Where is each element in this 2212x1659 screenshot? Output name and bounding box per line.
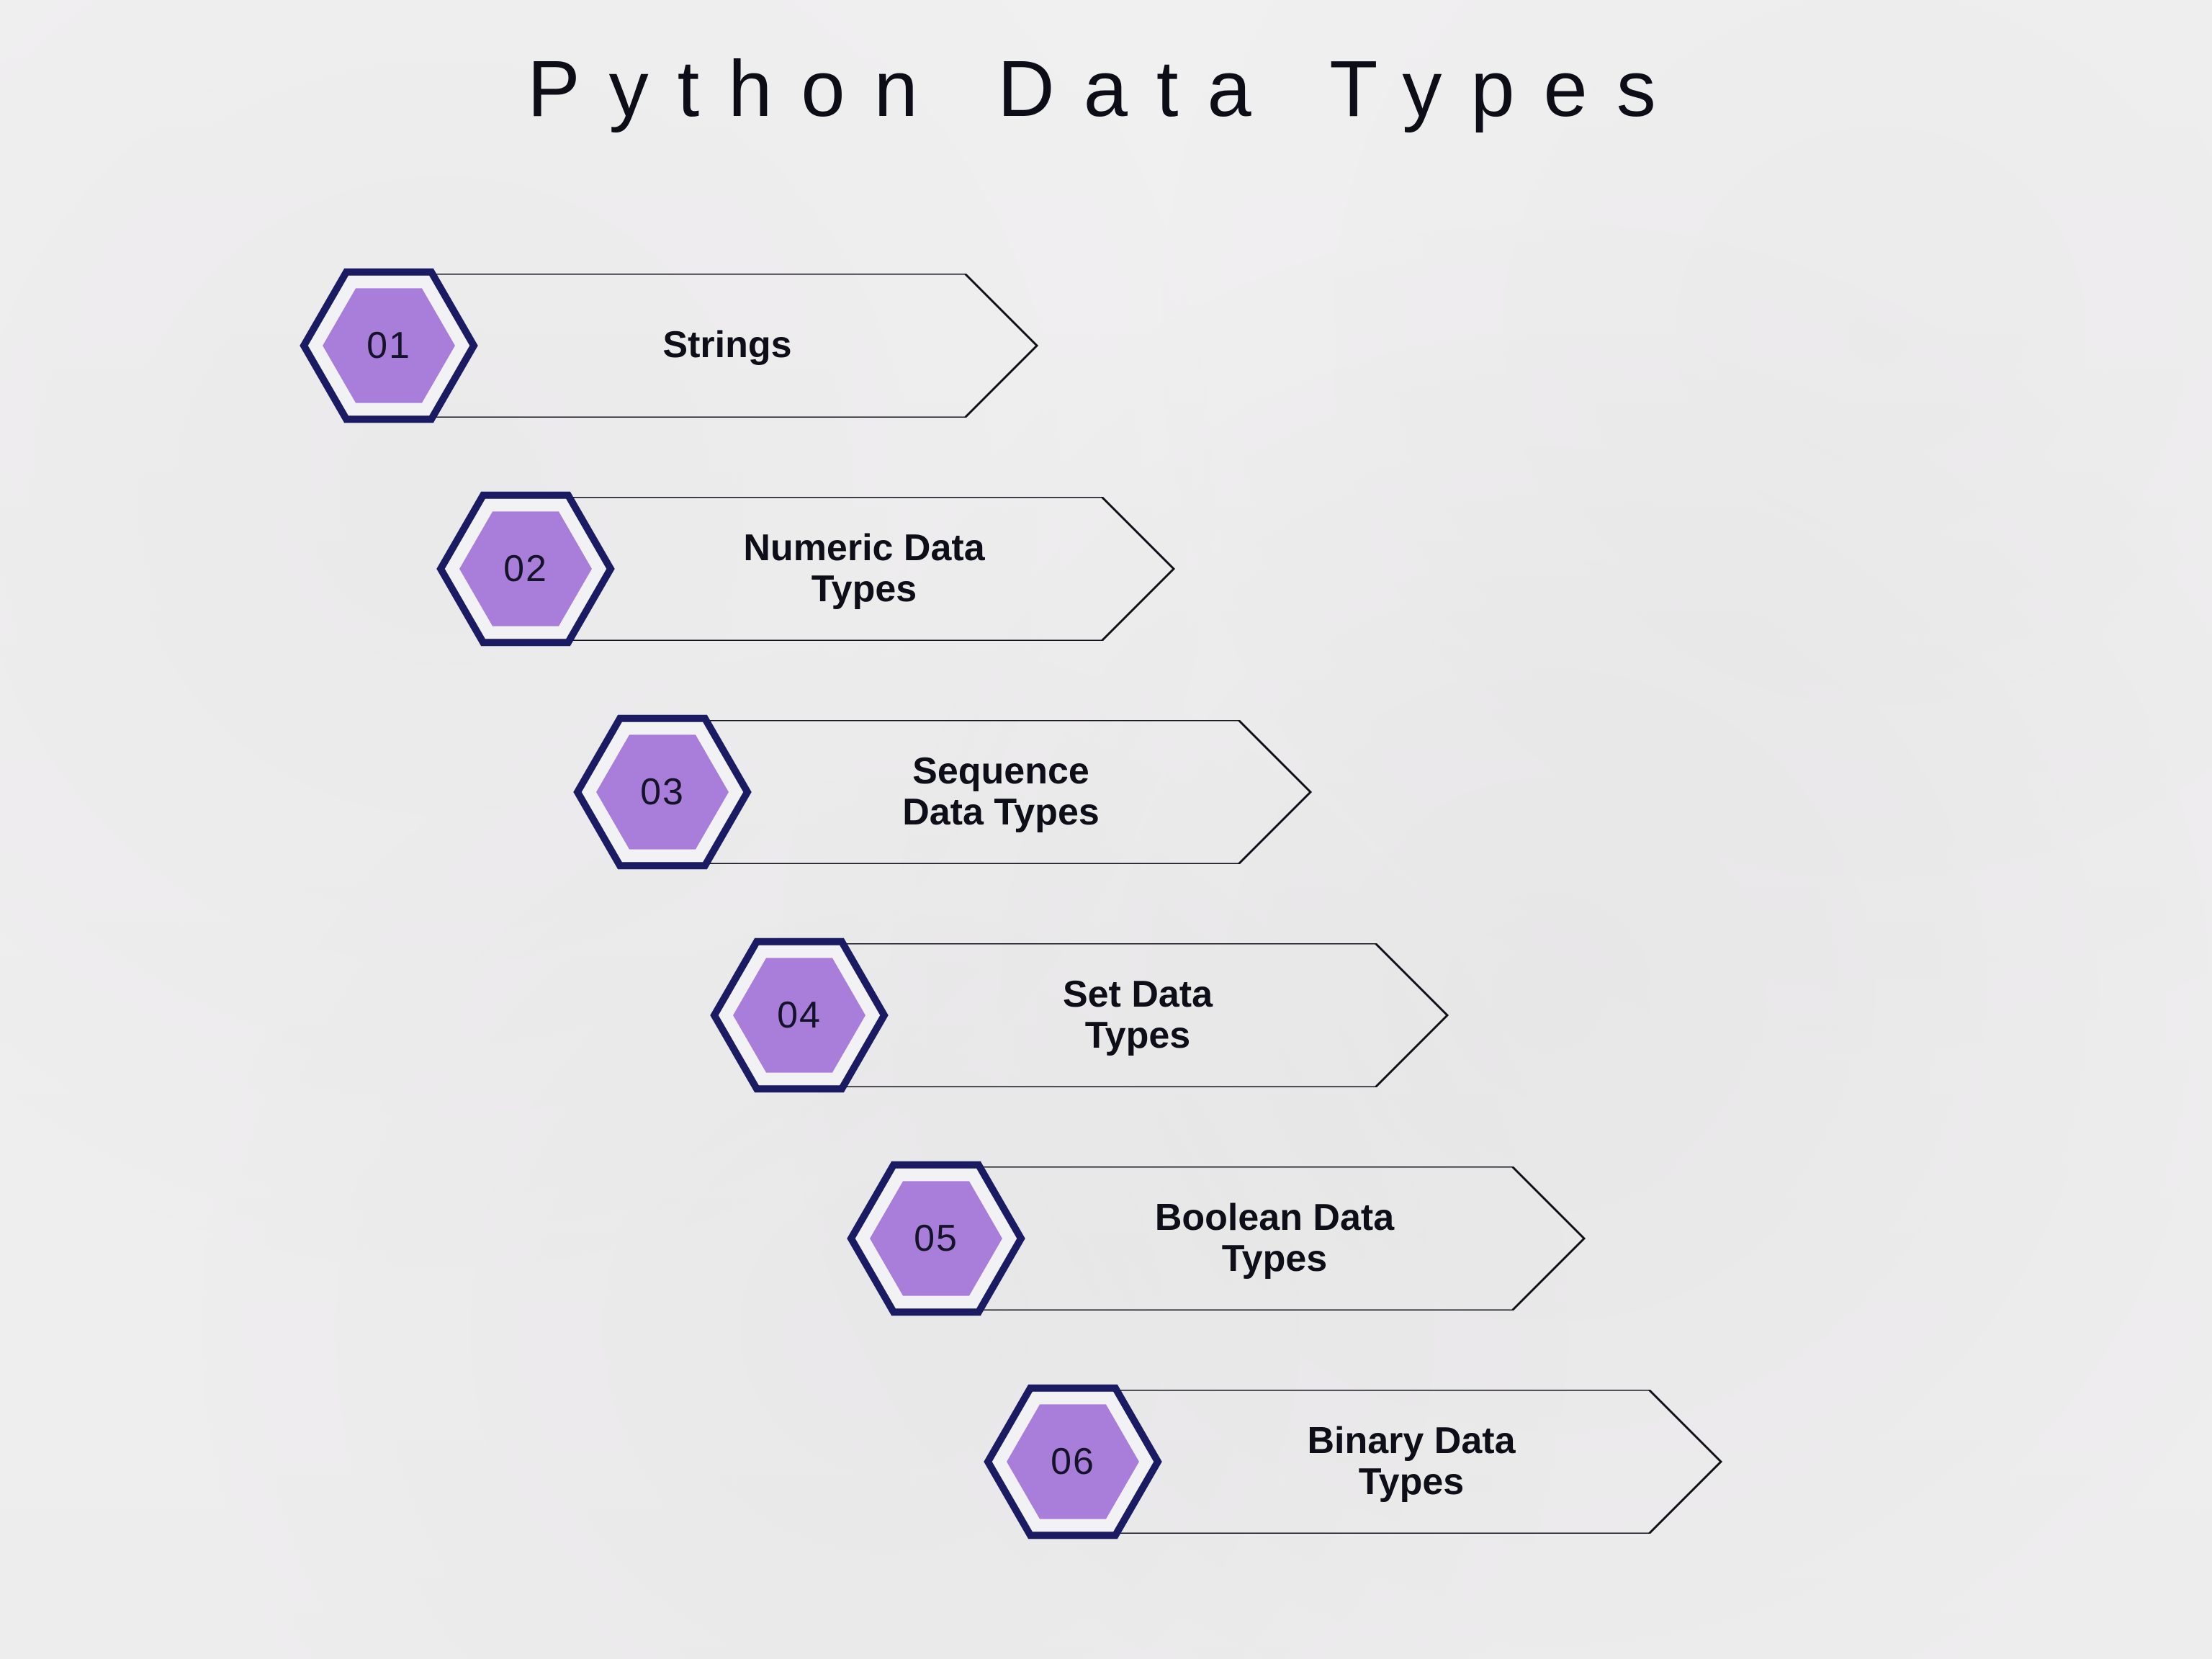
item-label: Strings bbox=[526, 274, 929, 418]
item-label: Binary Data Types bbox=[1210, 1390, 1613, 1534]
item-label: Sequence Data Types bbox=[799, 720, 1202, 864]
item-number: 05 bbox=[842, 1145, 1030, 1332]
item-number: 04 bbox=[706, 922, 893, 1109]
item-number: 01 bbox=[295, 252, 482, 439]
page-title: Python Data Types bbox=[0, 43, 2212, 135]
item-label: Set Data Types bbox=[936, 943, 1339, 1087]
item-number: 03 bbox=[569, 698, 756, 886]
item-number: 06 bbox=[979, 1368, 1166, 1555]
diagram-stage: Python Data Types Strings 01 Numeric Data … bbox=[0, 0, 2212, 1659]
item-label: Numeric Data Types bbox=[662, 497, 1066, 641]
item-label: Boolean Data Types bbox=[1073, 1166, 1476, 1310]
item-number: 02 bbox=[432, 475, 619, 662]
